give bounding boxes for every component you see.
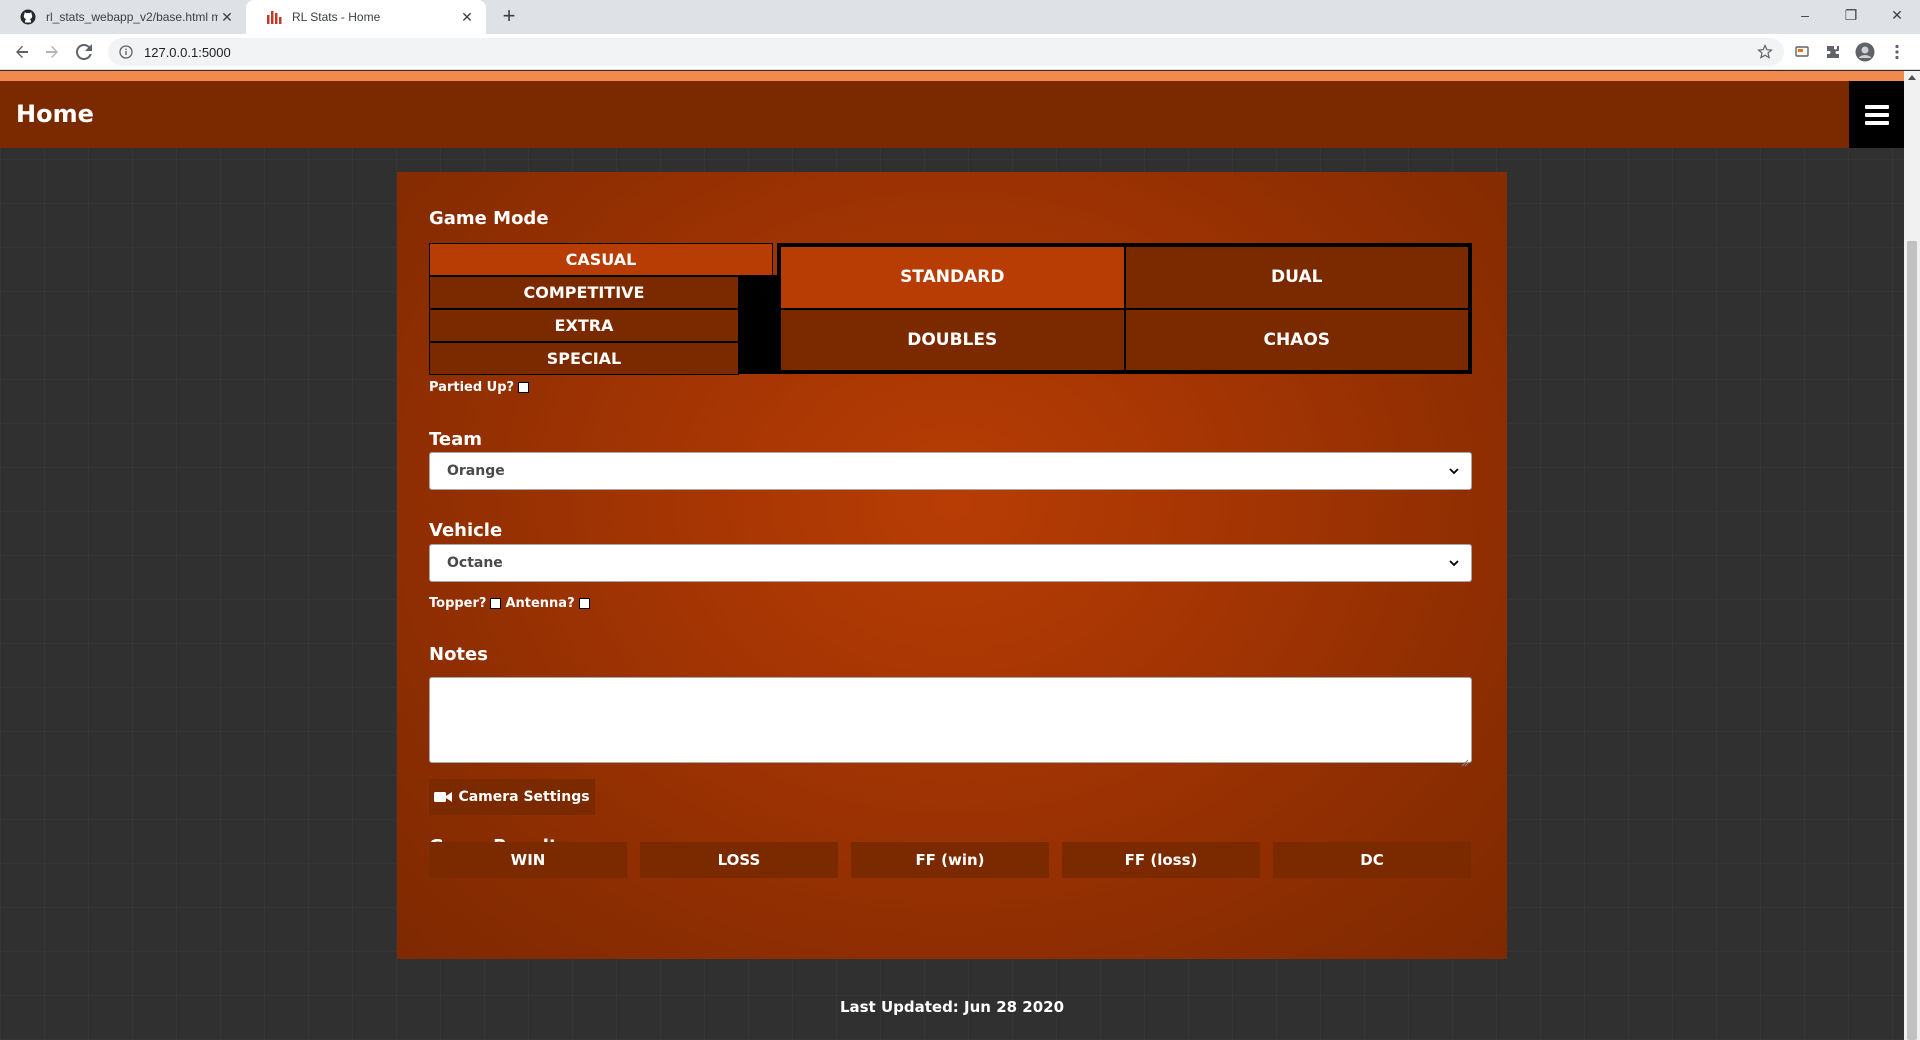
page-title: Home	[16, 100, 94, 128]
accent-strip	[0, 71, 1904, 81]
hamburger-menu-icon	[1864, 104, 1889, 125]
address-bar[interactable]: 127.0.0.1:5000	[108, 38, 1784, 66]
team-label: Team	[429, 429, 482, 450]
new-tab-button[interactable]: +	[497, 5, 521, 29]
browser-tab-github[interactable]: rl_stats_webapp_v2/base.html m ✕	[0, 0, 246, 34]
topper-label: Topper?	[429, 596, 487, 611]
cast-icon[interactable]	[1792, 42, 1812, 62]
playlist-doubles-button[interactable]: DOUBLES	[781, 309, 1124, 370]
playlist-chaos-button[interactable]: CHAOS	[1125, 309, 1468, 370]
close-window-button[interactable]: ✕	[1874, 0, 1920, 30]
last-updated-footer: Last Updated: Jun 28 2020	[839, 998, 1065, 1016]
profile-avatar-icon[interactable]	[1855, 42, 1875, 62]
tab-title: RL Stats - Home	[292, 10, 381, 24]
back-icon[interactable]	[10, 40, 34, 64]
chevron-down-icon	[1447, 464, 1461, 478]
notes-label: Notes	[429, 644, 488, 665]
browser-tab-bar: rl_stats_webapp_v2/base.html m ✕ RL Stat…	[0, 0, 1920, 34]
github-icon	[20, 9, 36, 25]
kebab-menu-icon[interactable]	[1887, 42, 1907, 62]
tab-title: rl_stats_webapp_v2/base.html m	[46, 10, 218, 24]
page-viewport: Home Game Mode CASUAL COMPETITIVE EXTRA …	[0, 71, 1904, 1040]
mode-extra-button[interactable]: EXTRA	[429, 309, 739, 342]
result-win-button[interactable]: WIN	[429, 842, 627, 878]
minimize-button[interactable]: –	[1782, 0, 1828, 30]
stats-form-panel: Game Mode CASUAL COMPETITIVE EXTRA SPECI…	[397, 172, 1507, 959]
scrollbar-thumb[interactable]	[1907, 241, 1917, 1040]
antenna-label: Antenna?	[505, 596, 575, 611]
notes-textarea[interactable]	[429, 677, 1472, 767]
team-select[interactable]: Orange	[429, 452, 1472, 490]
partied-up-label: Partied Up?	[429, 380, 515, 395]
camera-settings-label: Camera Settings	[458, 789, 590, 805]
scroll-up-arrow-icon[interactable]	[1908, 75, 1916, 80]
game-mode-label: Game Mode	[429, 208, 549, 229]
reload-icon[interactable]	[72, 40, 96, 64]
info-icon[interactable]	[118, 44, 134, 60]
mode-casual-button[interactable]: CASUAL	[429, 243, 773, 276]
result-ff-win-button[interactable]: FF (win)	[851, 842, 1049, 878]
video-camera-icon	[434, 791, 453, 803]
restore-button[interactable]: ❐	[1828, 0, 1874, 30]
playlist-grid: STANDARD DUAL DOUBLES CHAOS	[777, 243, 1472, 374]
vehicle-label: Vehicle	[429, 520, 503, 541]
chevron-down-icon	[1447, 556, 1461, 570]
page-scrollbar[interactable]	[1904, 71, 1920, 1040]
tab-close-icon[interactable]: ✕	[218, 8, 236, 26]
result-ff-loss-button[interactable]: FF (loss)	[1062, 842, 1260, 878]
resize-grip-icon[interactable]	[1461, 752, 1469, 767]
tab-close-icon[interactable]: ✕	[458, 8, 476, 26]
camera-settings-button[interactable]: Camera Settings	[429, 779, 595, 815]
browser-tab-rl-stats[interactable]: RL Stats - Home ✕	[246, 0, 486, 34]
topper-checkbox[interactable]	[490, 598, 502, 609]
partied-up-checkbox[interactable]	[518, 382, 530, 393]
vehicle-select[interactable]: Octane	[429, 544, 1472, 582]
mode-separator	[737, 275, 777, 374]
partied-up-row: Partied Up?	[429, 380, 533, 395]
antenna-checkbox[interactable]	[578, 598, 590, 609]
extensions-icon[interactable]	[1823, 42, 1843, 62]
playlist-dual-button[interactable]: DUAL	[1125, 247, 1468, 308]
vehicle-options-row: Topper? Antenna?	[429, 596, 594, 611]
url-text: 127.0.0.1:5000	[144, 44, 231, 60]
bookmark-star-icon[interactable]	[1756, 43, 1774, 61]
team-select-value: Orange	[447, 463, 505, 479]
playlist-standard-button[interactable]: STANDARD	[781, 247, 1124, 308]
vehicle-select-value: Octane	[447, 555, 503, 571]
hamburger-menu-button[interactable]	[1849, 81, 1904, 148]
result-loss-button[interactable]: LOSS	[640, 842, 838, 878]
mode-competitive-button[interactable]: COMPETITIVE	[429, 276, 739, 309]
top-nav-bar: Home	[0, 81, 1904, 148]
mode-special-button[interactable]: SPECIAL	[429, 342, 739, 375]
result-dc-button[interactable]: DC	[1273, 842, 1471, 878]
browser-toolbar: 127.0.0.1:5000	[0, 34, 1920, 70]
rl-stats-icon	[266, 9, 282, 25]
forward-icon[interactable]	[40, 40, 64, 64]
